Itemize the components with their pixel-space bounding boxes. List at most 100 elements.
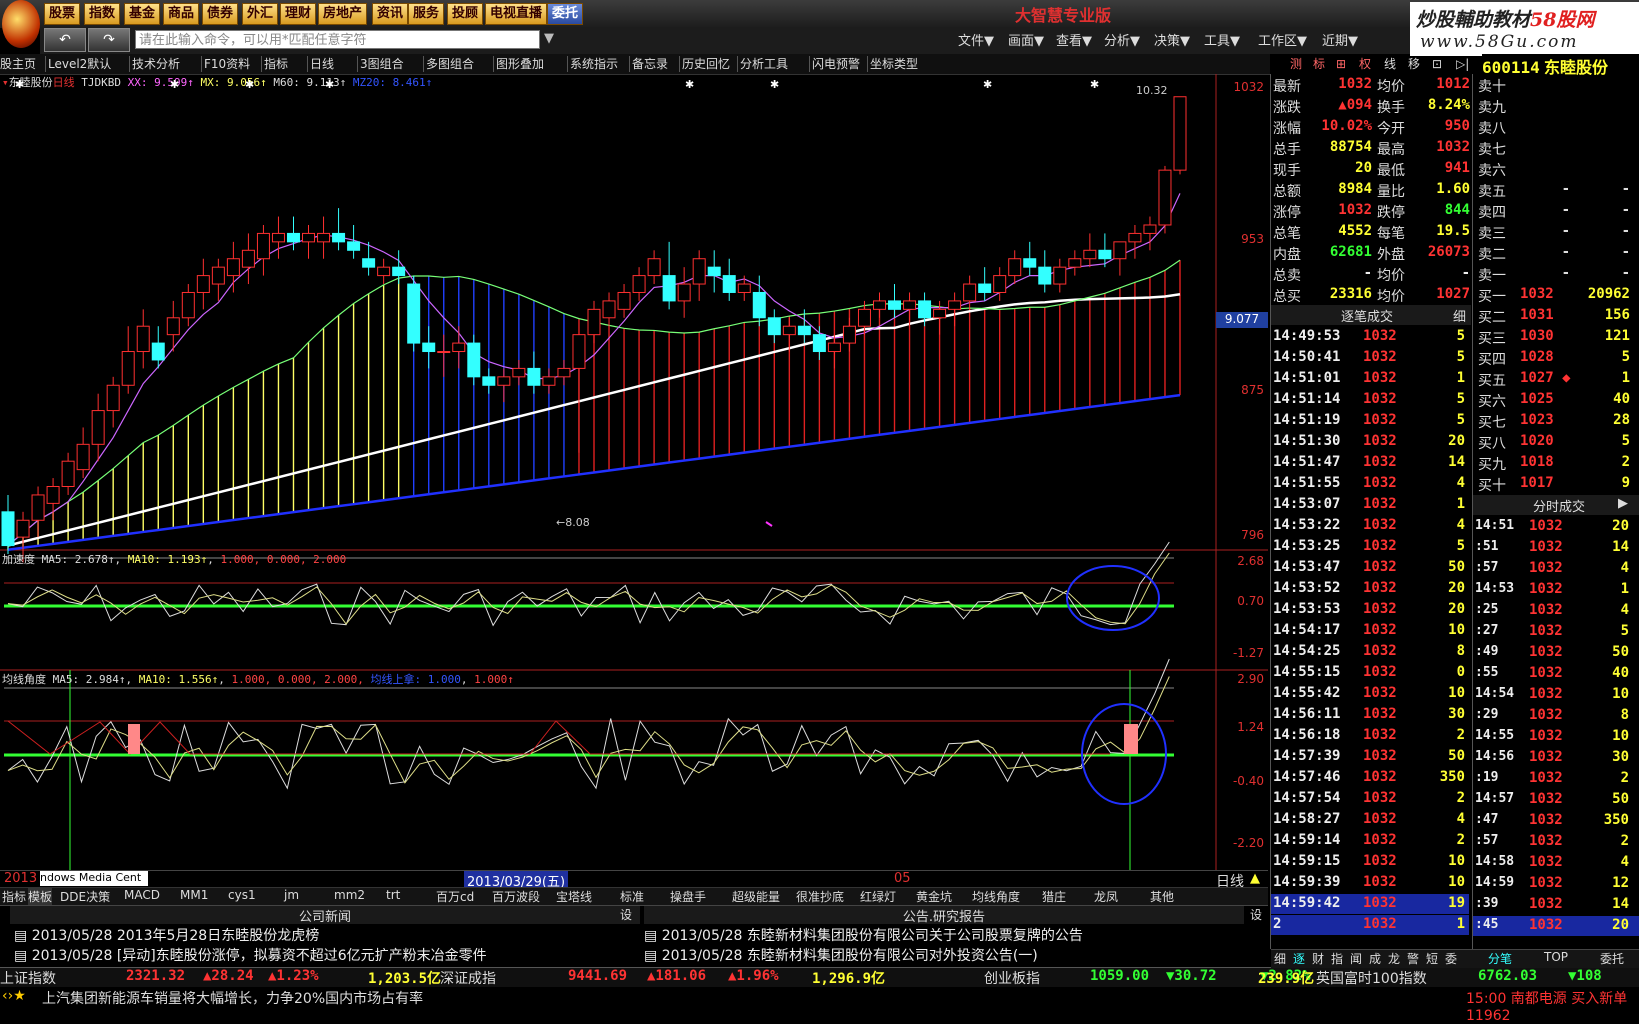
trades-detail-button[interactable]: 细 (1453, 306, 1466, 325)
tick-row[interactable]: :29 1032 8 (1473, 706, 1639, 726)
trade-row[interactable]: 14:51:14 1032 5 (1271, 390, 1469, 410)
index-name-0[interactable]: 上证指数 (0, 968, 56, 988)
indicator-tab-12[interactable]: 标准 (620, 888, 644, 905)
trade-row[interactable]: 14:49:53 1032 5 (1271, 327, 1469, 347)
top-tab-0[interactable]: 股票 (44, 3, 81, 25)
indicator-tab-2[interactable]: DDE决策 (60, 888, 110, 905)
tick-row[interactable]: 14:55 1032 10 (1473, 727, 1639, 747)
right-tab-0[interactable]: 细 (1274, 950, 1286, 967)
indicator-tab-8[interactable]: trt (386, 888, 400, 902)
trade-row[interactable]: 14:59:14 1032 2 (1271, 831, 1469, 851)
indicator-tab-3[interactable]: MACD (124, 888, 160, 902)
news-settings-button[interactable]: 设 (620, 906, 640, 924)
top-tab-1[interactable]: 指数 (84, 3, 121, 25)
menu-item-0[interactable]: 文件▼ (958, 30, 994, 49)
tick-row[interactable]: :19 1032 2 (1473, 769, 1639, 789)
indicator-tab-13[interactable]: 操盘手 (670, 888, 706, 905)
reports-settings-button[interactable]: 设 (1250, 906, 1266, 924)
top-tab-2[interactable]: 基金 (124, 3, 161, 25)
right-tab-4[interactable]: 闻 (1350, 950, 1362, 967)
indicator-tab-18[interactable]: 均线角度 (972, 888, 1020, 905)
right-tab-3[interactable]: 指 (1331, 950, 1343, 967)
index-name-3[interactable]: 英国富时100指数 (1316, 968, 1427, 988)
right-tab-9[interactable]: 委 (1445, 950, 1457, 967)
indicator-tab-14[interactable]: 超级能量 (732, 888, 780, 905)
indicator-tab-20[interactable]: 龙凤 (1094, 888, 1118, 905)
tick-row[interactable]: 14:57 1032 50 (1473, 790, 1639, 810)
tick-row[interactable]: :27 1032 5 (1473, 622, 1639, 642)
tick-row[interactable]: 14:59 1032 12 (1473, 874, 1639, 894)
chart-tool-4[interactable]: 线 (1384, 55, 1396, 73)
top-tab-10[interactable]: 投顾 (447, 3, 484, 25)
news-item-right-1[interactable]: ▤ 2013/05/28 东睦新材料集团股份有限公司对外投资公告(一) (644, 945, 1038, 965)
trade-row[interactable]: 14:56:18 1032 2 (1271, 726, 1469, 746)
trade-row[interactable]: 14:59:42 1032 19 (1271, 894, 1469, 914)
indicator-tab-9[interactable]: 百万cd (436, 888, 474, 905)
right-tab2-2[interactable]: 委托 (1600, 950, 1624, 967)
toolbar-tab-3[interactable]: F10资料 (204, 55, 250, 73)
indicator-tab-15[interactable]: 很准抄底 (796, 888, 844, 905)
toolbar-tab-9[interactable]: 系统指示 (570, 55, 618, 73)
indicator-tab-1[interactable]: 模板 (28, 888, 53, 905)
trade-row[interactable]: 14:59:39 1032 10 (1271, 873, 1469, 893)
top-tab-4[interactable]: 债券 (202, 3, 239, 25)
toolbar-tab-5[interactable]: 日线 (310, 55, 334, 73)
right-tab-5[interactable]: 成 (1369, 950, 1381, 967)
tick-row[interactable]: :57 1032 4 (1473, 559, 1639, 579)
menu-item-4[interactable]: 决策▼ (1154, 30, 1190, 49)
index-name-1[interactable]: 深证成指 (440, 968, 496, 988)
right-tab-6[interactable]: 龙 (1388, 950, 1400, 967)
trade-row[interactable]: 2 1032 1 (1271, 915, 1469, 935)
trade-row[interactable]: 14:54:25 1032 8 (1271, 642, 1469, 662)
command-dropdown-icon[interactable]: ▼ (544, 31, 554, 46)
trade-row[interactable]: 14:53:25 1032 5 (1271, 537, 1469, 557)
trade-row[interactable]: 14:50:41 1032 5 (1271, 348, 1469, 368)
top-tab-7[interactable]: 房地产 (318, 3, 368, 25)
right-tab-8[interactable]: 短 (1426, 950, 1438, 967)
top-tab-11[interactable]: 电视直播 (485, 3, 548, 25)
chart-tool-7[interactable]: ▷| (1456, 55, 1469, 73)
toolbar-tab-6[interactable]: 3图组合 (360, 55, 404, 73)
chart-tool-0[interactable]: 测 (1290, 55, 1302, 73)
top-tab-5[interactable]: 外汇 (242, 3, 279, 25)
tick-row[interactable]: :51 1032 14 (1473, 538, 1639, 558)
ticker-text[interactable]: 上汽集团新能源车销量将大幅增长，力争20%国内市场占有率 (42, 988, 423, 1008)
menu-item-3[interactable]: 分析▼ (1104, 30, 1140, 49)
trade-row[interactable]: 14:51:55 1032 4 (1271, 474, 1469, 494)
trade-row[interactable]: 14:57:54 1032 2 (1271, 789, 1469, 809)
chart-tool-2[interactable]: ⊞ (1336, 55, 1346, 73)
indicator-tab-10[interactable]: 百万波段 (492, 888, 540, 905)
right-tab-2[interactable]: 财 (1312, 950, 1324, 967)
period-up-icon[interactable]: ▲ (1250, 871, 1260, 886)
tick-row[interactable]: 14:51 1032 20 (1473, 517, 1639, 537)
indicator-tab-19[interactable]: 猎庄 (1042, 888, 1066, 905)
right-tab-1[interactable]: 逐 (1293, 950, 1305, 967)
tick-row[interactable]: :25 1032 4 (1473, 601, 1639, 621)
toolbar-tab-2[interactable]: 技术分析 (132, 55, 180, 73)
right-tab2-1[interactable]: TOP (1544, 950, 1568, 964)
news-item-right-0[interactable]: ▤ 2013/05/28 东睦新材料集团股份有限公司关于公司股票复牌的公告 (644, 925, 1083, 945)
top-tab-6[interactable]: 理财 (280, 3, 317, 25)
news-item-left-1[interactable]: ▤ 2013/05/28 [异动]东睦股份涨停，拟募资不超过6亿元扩产粉末冶金零… (14, 945, 487, 965)
tick-row[interactable]: :49 1032 50 (1473, 643, 1639, 663)
trade-row[interactable]: 14:53:07 1032 1 (1271, 495, 1469, 515)
toolbar-tab-1[interactable]: Level2默认 (48, 55, 111, 73)
toolbar-tab-12[interactable]: 分析工具 (740, 55, 788, 73)
ticks-expand-icon[interactable]: ▶ (1618, 496, 1628, 511)
right-tab2-0[interactable]: 分笔 (1488, 950, 1512, 967)
app-logo-icon[interactable] (2, 0, 40, 48)
index-name-2[interactable]: 创业板指 (984, 968, 1040, 988)
indicator-tab-16[interactable]: 红绿灯 (860, 888, 896, 905)
back-button[interactable]: ↶ (44, 28, 86, 52)
trade-row[interactable]: 14:53:22 1032 4 (1271, 516, 1469, 536)
chart-canvas[interactable]: ✱ ✱ ✱ ✱ ✱ ✱ ✱ ✱ (0, 74, 1268, 874)
toolbar-tab-14[interactable]: 坐标类型 (870, 55, 918, 73)
top-tab-9[interactable]: 服务 (408, 3, 445, 25)
top-tab-12[interactable]: 委托 (547, 3, 584, 25)
menu-item-6[interactable]: 工作区▼ (1258, 30, 1307, 49)
trade-row[interactable]: 14:51:47 1032 14 (1271, 453, 1469, 473)
trade-row[interactable]: 14:57:46 1032 350 (1271, 768, 1469, 788)
trade-row[interactable]: 14:51:01 1032 1 (1271, 369, 1469, 389)
trade-row[interactable]: 14:51:30 1032 20 (1271, 432, 1469, 452)
menu-item-7[interactable]: 近期▼ (1322, 30, 1358, 49)
